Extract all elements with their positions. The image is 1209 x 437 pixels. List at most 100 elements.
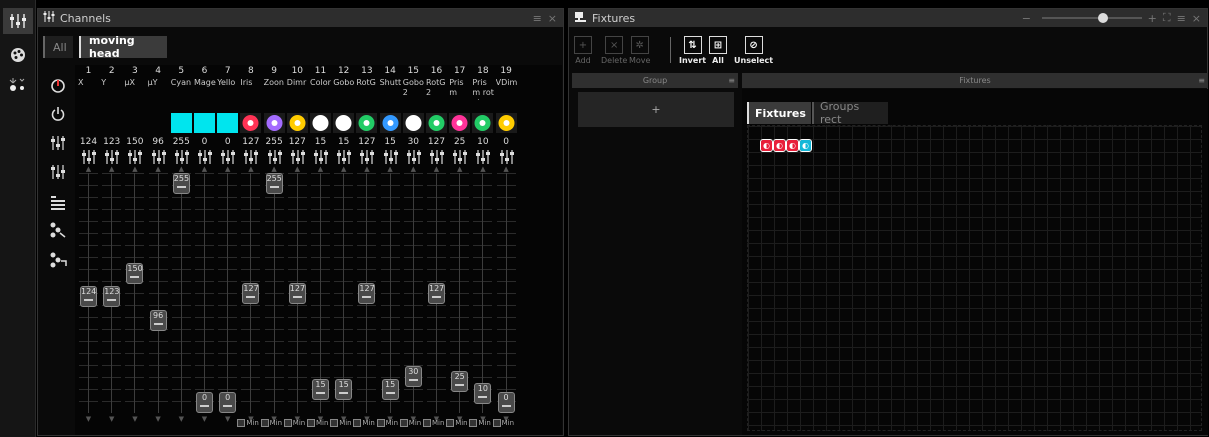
min-checkbox[interactable]: Min xyxy=(446,419,468,427)
fader-knob[interactable]: 127 xyxy=(428,282,445,304)
fader-down-icon[interactable]: ▼ xyxy=(223,415,232,423)
fader-knob[interactable]: 15 xyxy=(335,379,353,401)
fader-mode-icon[interactable] xyxy=(243,150,259,166)
add-button[interactable]: + Add xyxy=(574,36,592,65)
list-grid-icon[interactable] xyxy=(43,190,73,216)
fader-up-icon[interactable]: ▲ xyxy=(432,165,441,173)
fader-track[interactable] xyxy=(320,173,321,413)
fit-icon[interactable]: ⛶ xyxy=(1163,11,1171,25)
fader-knob[interactable]: 10 xyxy=(474,383,492,405)
lights-icon[interactable] xyxy=(3,72,33,98)
fader-up-icon[interactable]: ▲ xyxy=(339,165,348,173)
fader-mode-icon[interactable] xyxy=(81,150,97,166)
zoom-out-icon[interactable]: − xyxy=(1022,12,1031,25)
fader-down-icon[interactable]: ▼ xyxy=(84,415,93,423)
min-checkbox[interactable]: Min xyxy=(376,419,398,427)
fader-mode-icon[interactable] xyxy=(104,150,120,166)
menu-icon[interactable]: ≡ xyxy=(1198,76,1205,85)
fader-knob[interactable]: 15 xyxy=(381,379,399,401)
fader-track[interactable] xyxy=(204,173,205,413)
min-checkbox[interactable]: Min xyxy=(353,419,375,427)
fader-mode-icon[interactable] xyxy=(499,150,515,166)
fader-track[interactable] xyxy=(273,173,275,413)
menu-icon[interactable]: ≡ xyxy=(1177,12,1186,25)
fader-knob[interactable]: 127 xyxy=(358,282,376,304)
all-button[interactable]: ⊞ All xyxy=(709,36,727,65)
fader-track[interactable] xyxy=(389,173,391,413)
fader-knob[interactable]: 127 xyxy=(288,282,306,304)
fader-up-icon[interactable]: ▲ xyxy=(223,165,232,173)
fader-up-icon[interactable]: ▲ xyxy=(502,165,511,173)
fader-up-icon[interactable]: ▲ xyxy=(455,165,464,173)
fader-track[interactable] xyxy=(157,173,159,413)
fader-mode-icon[interactable] xyxy=(359,150,375,166)
palette-icon[interactable] xyxy=(3,42,33,68)
fader-up-icon[interactable]: ▲ xyxy=(362,165,371,173)
faders-split-icon[interactable] xyxy=(43,159,73,185)
min-checkbox[interactable]: Min xyxy=(399,419,421,427)
cue-unlink-icon[interactable] xyxy=(43,247,73,273)
fader-mode-icon[interactable] xyxy=(336,150,352,166)
fader-up-icon[interactable]: ▲ xyxy=(409,165,418,173)
fader-mode-icon[interactable] xyxy=(151,150,167,166)
close-icon[interactable]: × xyxy=(548,12,557,25)
fader-up-icon[interactable]: ▲ xyxy=(130,165,139,173)
min-checkbox[interactable]: Min xyxy=(283,419,305,427)
fader-track[interactable] xyxy=(134,173,136,413)
tab-all[interactable]: All xyxy=(43,36,73,58)
tab-moving-head[interactable]: moving head xyxy=(79,34,167,60)
fader-knob[interactable]: 0 xyxy=(196,392,213,413)
fixtures-grid[interactable]: ◐ ◐ ◐ ◐ xyxy=(747,125,1202,431)
fader-mode-icon[interactable] xyxy=(406,150,422,166)
fader-knob[interactable]: 30 xyxy=(404,366,422,388)
fader-up-icon[interactable]: ▲ xyxy=(386,165,395,173)
fixture-icon[interactable]: ◐ xyxy=(799,139,812,152)
fader-up-icon[interactable]: ▲ xyxy=(478,165,487,173)
fader-mode-icon[interactable] xyxy=(197,150,213,166)
fader-down-icon[interactable]: ▼ xyxy=(177,415,186,423)
close-icon[interactable]: × xyxy=(1192,12,1201,25)
zoom-slider-knob[interactable] xyxy=(1097,13,1108,23)
fader-up-icon[interactable]: ▲ xyxy=(246,165,255,173)
move-button[interactable]: ✲ Move xyxy=(629,36,650,65)
fader-knob[interactable]: 123 xyxy=(103,286,121,308)
min-checkbox[interactable]: Min xyxy=(307,419,328,427)
fader-knob[interactable]: 124 xyxy=(80,285,97,307)
fader-up-icon[interactable]: ▲ xyxy=(270,165,279,173)
fader-mode-icon[interactable] xyxy=(174,150,190,166)
zoom-in-icon[interactable]: + xyxy=(1148,12,1157,25)
fader-mode-icon[interactable] xyxy=(313,150,329,166)
fader-knob[interactable]: 0 xyxy=(219,392,237,413)
fader-knob[interactable]: 96 xyxy=(149,309,167,331)
fader-up-icon[interactable]: ▲ xyxy=(84,165,93,173)
power-icon[interactable] xyxy=(43,101,73,127)
fader-mode-icon[interactable] xyxy=(220,150,236,166)
fader-knob[interactable]: 255 xyxy=(172,173,190,194)
add-group-button[interactable]: + xyxy=(578,92,734,127)
fader-down-icon[interactable]: ▼ xyxy=(107,415,116,423)
fader-track[interactable] xyxy=(227,173,229,413)
fixture-icon[interactable]: ◐ xyxy=(773,139,786,152)
fader-knob[interactable]: 255 xyxy=(265,173,283,194)
fader-mode-icon[interactable] xyxy=(383,150,399,166)
fader-track[interactable] xyxy=(343,173,345,413)
menu-icon[interactable]: ≡ xyxy=(533,12,542,25)
unselect-button[interactable]: ⊘ Unselect xyxy=(734,36,773,65)
fader-mode-icon[interactable] xyxy=(429,150,445,166)
fader-up-icon[interactable]: ▲ xyxy=(107,165,116,173)
min-checkbox[interactable]: Min xyxy=(237,419,259,427)
fader-up-icon[interactable]: ▲ xyxy=(200,165,209,173)
min-checkbox[interactable]: Min xyxy=(492,419,514,427)
fader-down-icon[interactable]: ▼ xyxy=(154,415,163,423)
zoom-slider[interactable] xyxy=(1042,13,1142,23)
fader-mode-icon[interactable] xyxy=(127,150,143,166)
tab-groups-rect[interactable]: Groups rect xyxy=(812,100,888,126)
fixture-icon[interactable]: ◐ xyxy=(760,139,773,152)
fader-knob[interactable]: 150 xyxy=(126,263,144,285)
min-checkbox[interactable]: Min xyxy=(330,419,352,427)
fader-mode-icon[interactable] xyxy=(452,150,468,166)
fixture-icon[interactable]: ◐ xyxy=(786,139,799,152)
fader-down-icon[interactable]: ▼ xyxy=(130,415,139,423)
faders-icon[interactable] xyxy=(43,130,73,156)
delete-button[interactable]: × Delete xyxy=(601,36,627,65)
